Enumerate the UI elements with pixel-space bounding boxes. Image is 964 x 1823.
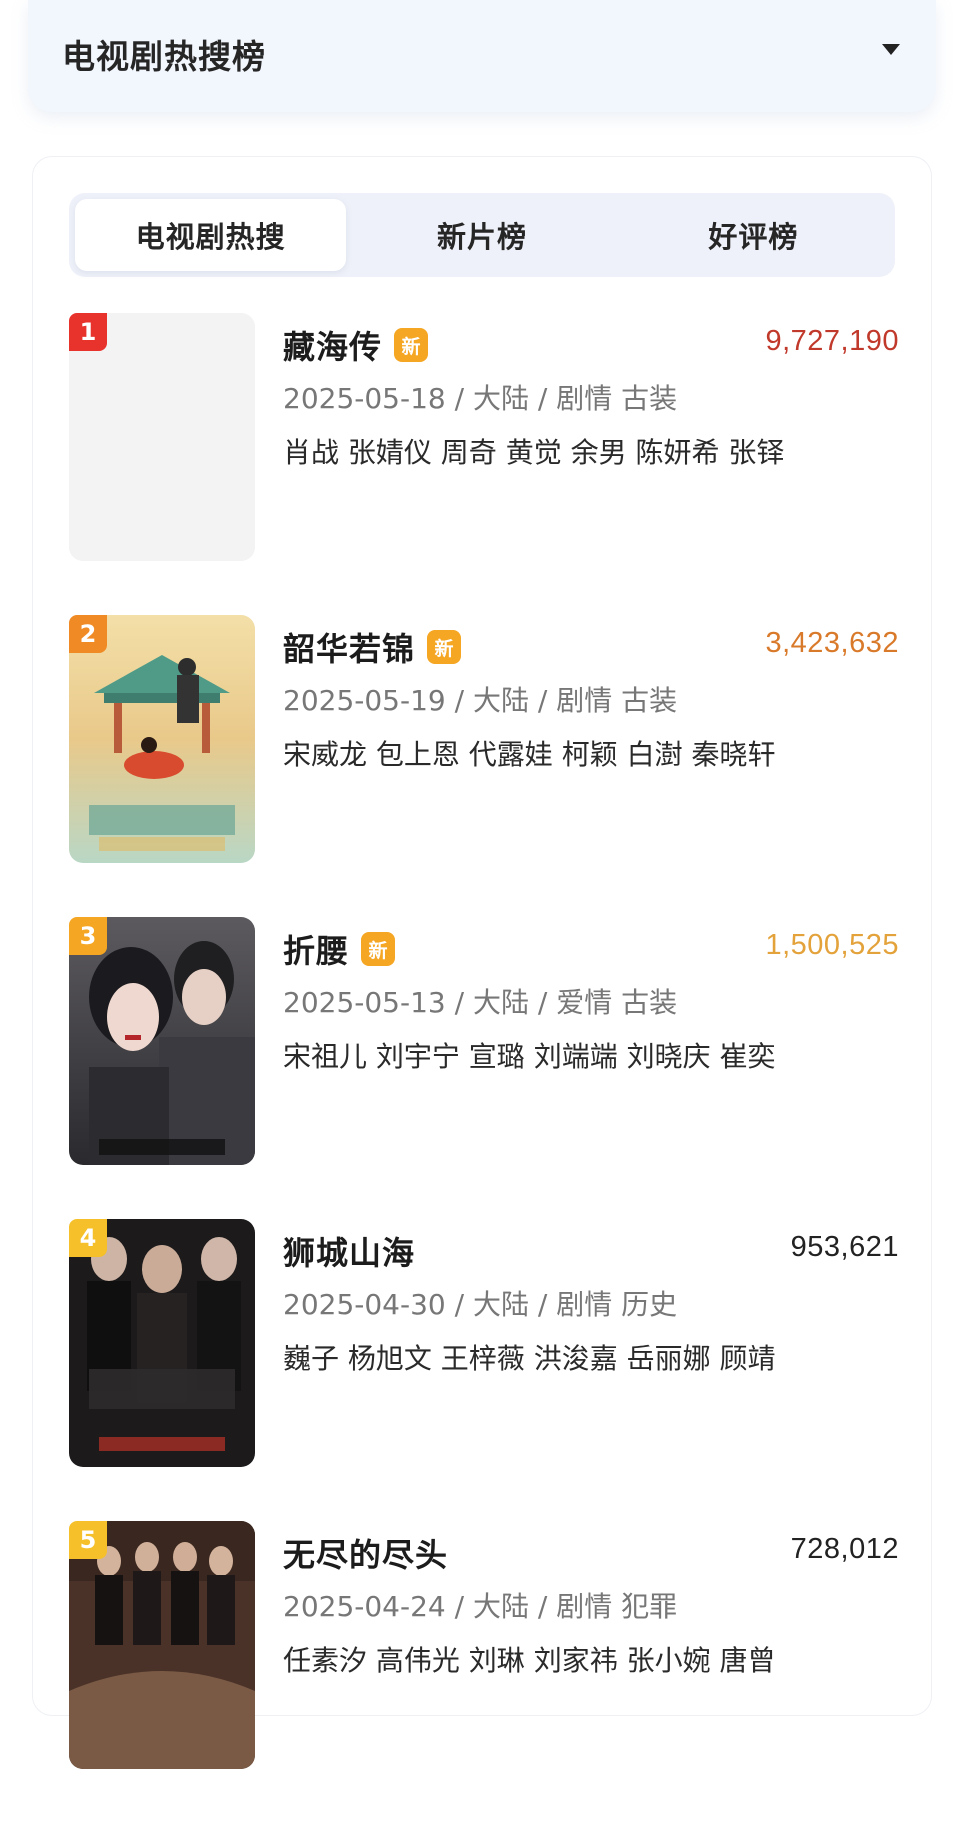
- tab-tv-hot-search[interactable]: 电视剧热搜: [75, 199, 347, 271]
- drama-meta: 2025-05-18 / 大陆 / 剧情 古装: [283, 382, 678, 415]
- new-badge: 新: [394, 328, 429, 362]
- drama-meta: 2025-05-13 / 大陆 / 爱情 古装: [283, 986, 678, 1019]
- hot-count: 953,621: [790, 1231, 899, 1263]
- new-badge: 新: [427, 630, 462, 664]
- rank-badge: 4: [69, 1219, 107, 1257]
- ranking-card: 电视剧热搜 新片榜 好评榜 1 藏海传 新 9,727,190 2025-05-…: [32, 156, 932, 1769]
- hot-count: 3,423,632: [765, 627, 899, 659]
- list-item[interactable]: 2 韶华若锦 新 3,423,632 2025-05-19 / 大陆 / 剧情 …: [69, 615, 899, 917]
- list-item[interactable]: 3 折腰 新 1,500,525 2025-05-13 / 大陆 / 爱情 古装…: [69, 917, 899, 1219]
- drama-title[interactable]: 折腰: [283, 926, 349, 972]
- drama-meta: 2025-05-19 / 大陆 / 剧情 古装: [283, 684, 678, 717]
- drama-cast: 肖战 张婧仪 周奇 黄觉 余男 陈妍希 张铎: [283, 436, 785, 469]
- drama-list: 1 藏海传 新 9,727,190 2025-05-18 / 大陆 / 剧情 古…: [69, 313, 899, 1823]
- tab-top-rated[interactable]: 好评榜: [618, 199, 889, 271]
- new-badge: 新: [361, 932, 396, 966]
- drama-meta: 2025-04-24 / 大陆 / 剧情 犯罪: [283, 1590, 678, 1623]
- drama-title[interactable]: 藏海传: [283, 322, 382, 368]
- hot-count: 728,012: [790, 1533, 899, 1565]
- hot-count: 1,500,525: [765, 929, 899, 961]
- drama-title[interactable]: 韶华若锦: [283, 624, 415, 670]
- hot-count: 9,727,190: [765, 325, 899, 357]
- drama-cast: 任素汐 高伟光 刘琳 刘家祎 张小婉 唐曾: [283, 1644, 776, 1677]
- tab-bar: 电视剧热搜 新片榜 好评榜: [69, 193, 895, 277]
- rank-badge: 2: [69, 615, 107, 653]
- drama-title[interactable]: 无尽的尽头: [283, 1530, 448, 1576]
- drama-meta: 2025-04-30 / 大陆 / 剧情 历史: [283, 1288, 678, 1321]
- drama-cast: 宋威龙 包上恩 代露娃 柯颖 白澍 秦晓轩: [283, 738, 776, 771]
- list-item[interactable]: 4 狮城山海 953,621 2025-04-30 / 大陆 / 剧情 历史 巍…: [69, 1219, 899, 1521]
- drama-cast: 巍子 杨旭文 王梓薇 洪浚嘉 岳丽娜 顾靖: [283, 1342, 776, 1375]
- ranking-selector[interactable]: 电视剧热搜榜: [28, 0, 936, 112]
- rank-badge: 3: [69, 917, 107, 955]
- rank-badge: 1: [69, 313, 107, 351]
- drama-cast: 宋祖儿 刘宇宁 宣璐 刘端端 刘晓庆 崔奕: [283, 1040, 776, 1073]
- rank-badge: 5: [69, 1521, 107, 1559]
- ranking-title: 电视剧热搜榜: [62, 37, 266, 76]
- list-item[interactable]: 1 藏海传 新 9,727,190 2025-05-18 / 大陆 / 剧情 古…: [69, 313, 899, 615]
- drama-title[interactable]: 狮城山海: [283, 1228, 415, 1274]
- tab-new-releases[interactable]: 新片榜: [346, 199, 617, 271]
- list-item[interactable]: 5 无尽的尽头 728,012 2025-04-24 / 大陆 / 剧情 犯罪 …: [69, 1521, 899, 1823]
- caret-down-icon[interactable]: [882, 44, 900, 55]
